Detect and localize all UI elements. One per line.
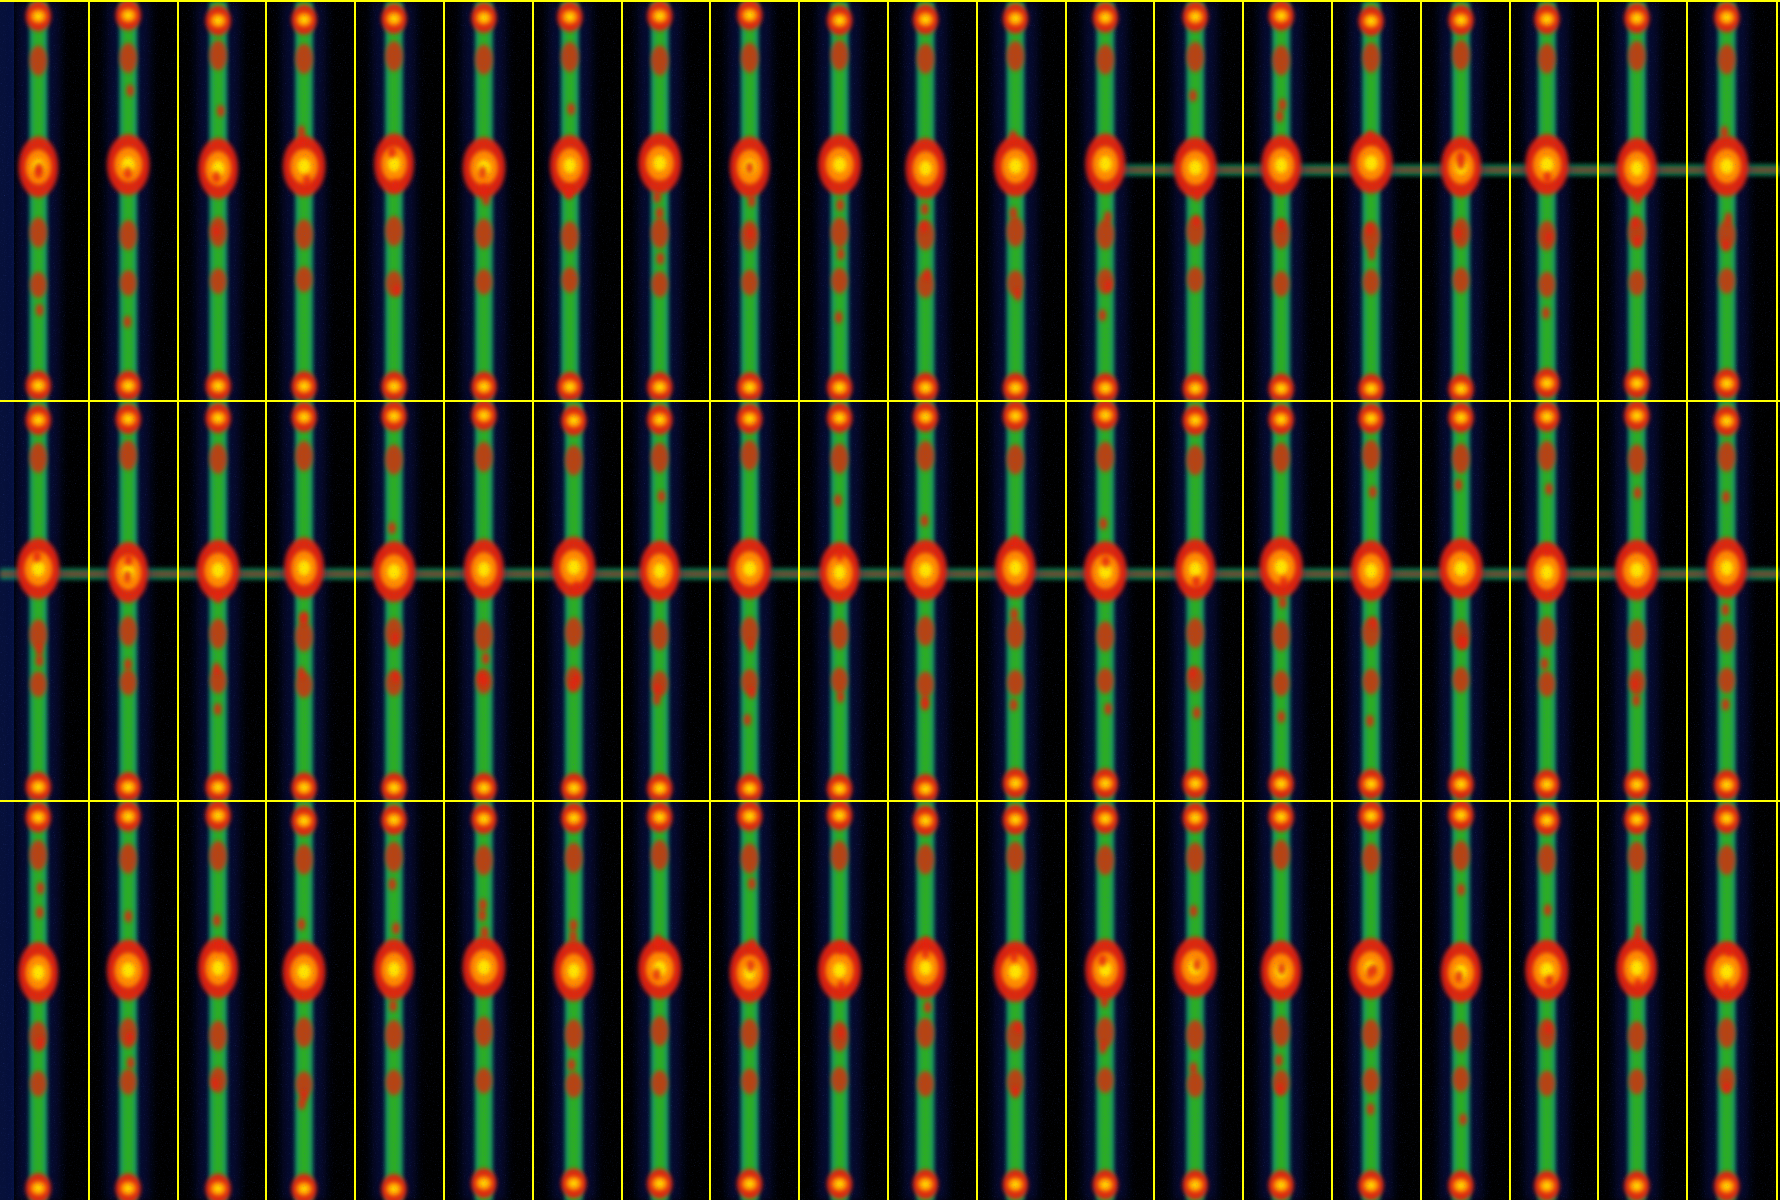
montage-canvas [0,0,1780,1200]
